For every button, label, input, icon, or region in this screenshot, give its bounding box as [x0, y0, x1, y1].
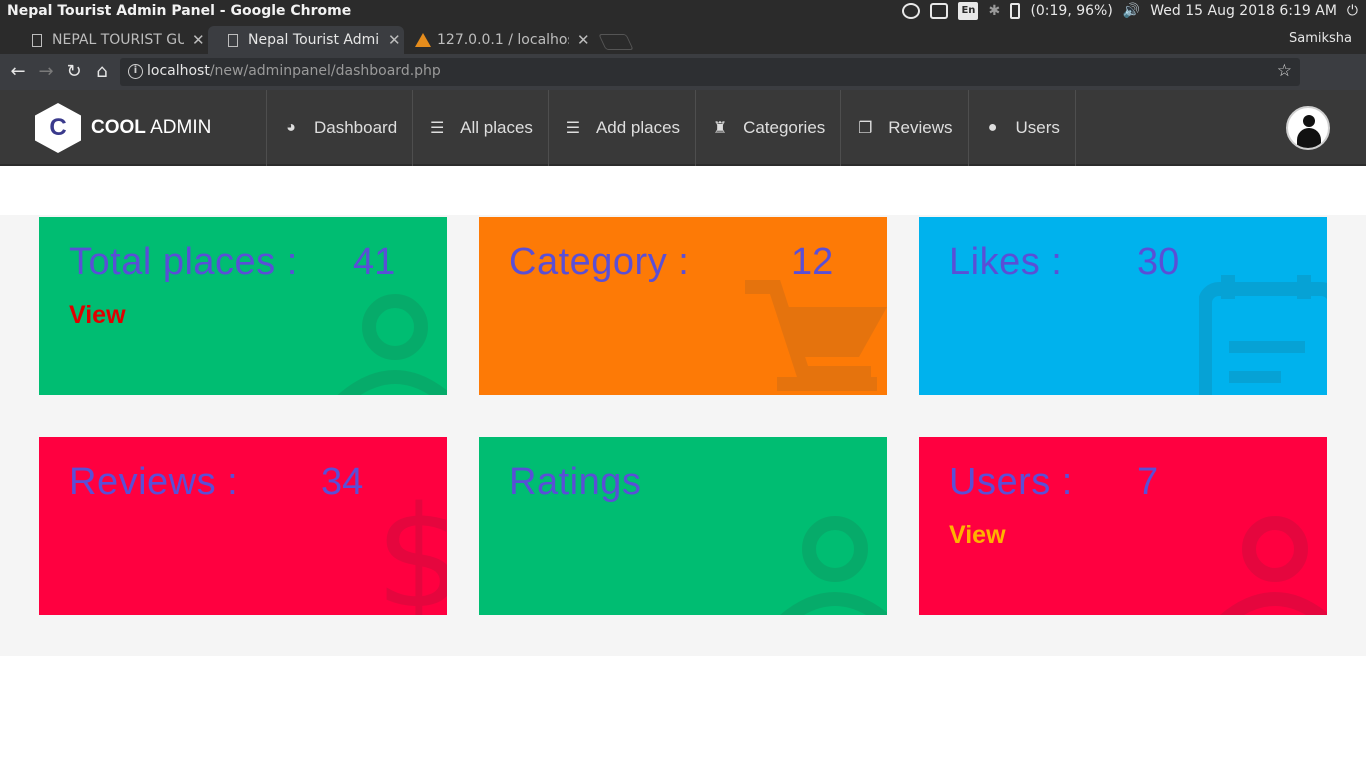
- main-nav: ◕ Dashboard ☰ All places ☰ Add places ♜ …: [266, 90, 1076, 166]
- card-likes: Likes : 30: [919, 217, 1327, 395]
- network-icon[interactable]: [902, 3, 921, 19]
- nav-categories[interactable]: ♜ Categories: [695, 90, 840, 166]
- trophy-icon: ♜: [712, 120, 728, 137]
- user-icon: [337, 294, 447, 395]
- browser-tab-strip: NEPAL TOURIST GU ✕ Nepal Tourist Admi ✕ …: [0, 24, 1366, 54]
- display-icon[interactable]: [930, 3, 949, 19]
- avatar-head: [1303, 115, 1315, 127]
- card-users: Users : 7 View: [919, 437, 1327, 615]
- address-bar[interactable]: i localhost/new/adminpanel/dashboard.php…: [120, 58, 1300, 86]
- card-title: Ratings: [509, 461, 642, 503]
- logo-rest: ADMIN: [145, 117, 212, 138]
- user-icon: [1219, 516, 1327, 615]
- volume-icon[interactable]: 🔊: [1123, 3, 1140, 19]
- window-title: Nepal Tourist Admin Panel - Google Chrom…: [7, 3, 352, 19]
- tab-label: 127.0.0.1 / localhost: [437, 32, 569, 48]
- tachometer-icon: ◕: [286, 119, 296, 136]
- browser-toolbar: ← → ↻ ⌂ i localhost/new/adminpanel/dashb…: [0, 54, 1366, 133]
- nav-dashboard[interactable]: ◕ Dashboard: [266, 90, 412, 166]
- power-icon[interactable]: ⏻: [1347, 3, 1358, 19]
- card-title: Reviews :: [69, 461, 239, 503]
- view-link[interactable]: View: [69, 301, 126, 330]
- card-title: Users :: [949, 461, 1073, 503]
- os-top-bar: Nepal Tourist Admin Panel - Google Chrom…: [0, 0, 1366, 24]
- nav-label: Users: [1015, 118, 1060, 137]
- tab-close-icon[interactable]: ✕: [192, 31, 205, 49]
- home-icon[interactable]: ⌂: [91, 61, 113, 83]
- browser-tab[interactable]: NEPAL TOURIST GU ✕: [12, 26, 208, 54]
- nav-label: Categories: [743, 118, 826, 137]
- battery-icon[interactable]: [1010, 3, 1021, 19]
- os-status-area: En ✱ (0:19, 96%) 🔊 Wed 15 Aug 2018 6:19 …: [902, 2, 1358, 20]
- nav-label: All places: [460, 118, 533, 137]
- card-value: 41: [353, 241, 396, 283]
- list-icon: ☰: [565, 120, 581, 137]
- nav-users[interactable]: ● Users: [967, 90, 1076, 166]
- dollar-icon: $: [375, 477, 447, 616]
- browser-tab-active[interactable]: Nepal Tourist Admi ✕: [208, 26, 404, 54]
- logo-text[interactable]: COOL ADMIN: [91, 117, 211, 139]
- profile-name[interactable]: Samiksha: [1289, 31, 1352, 46]
- nav-label: Add places: [595, 118, 681, 137]
- tab-label: Nepal Tourist Admi: [248, 32, 380, 48]
- browser-tab[interactable]: 127.0.0.1 / localhost ✕: [395, 26, 591, 54]
- bookmark-star-icon[interactable]: ☆: [1277, 61, 1292, 81]
- tab-label: NEPAL TOURIST GU: [52, 32, 184, 48]
- forward-arrow-icon[interactable]: →: [35, 61, 57, 83]
- avatar[interactable]: [1286, 106, 1330, 150]
- list-icon: ☰: [430, 120, 445, 137]
- files-icon: ❐: [858, 120, 873, 137]
- new-tab-button[interactable]: [598, 34, 634, 50]
- app-header: C COOL ADMIN ◕ Dashboard ☰ All places ☰ …: [0, 90, 1366, 166]
- card-title: Likes :: [949, 241, 1063, 283]
- nav-all-places[interactable]: ☰ All places: [412, 90, 548, 166]
- card-value: 30: [1137, 241, 1180, 283]
- card-title: Category :: [509, 241, 690, 283]
- user-icon: [779, 516, 887, 615]
- card-ratings: Ratings: [479, 437, 887, 615]
- nav-label: Dashboard: [314, 118, 398, 137]
- keyboard-layout-icon[interactable]: En: [958, 2, 979, 20]
- url-host: localhost: [147, 63, 210, 79]
- tab-close-icon[interactable]: ✕: [577, 31, 590, 49]
- url-text[interactable]: localhost/new/adminpanel/dashboard.php: [147, 63, 441, 79]
- nav-label: Reviews: [888, 118, 953, 137]
- card-total-places: Total places : 41 View: [39, 217, 447, 395]
- logo-icon[interactable]: C: [35, 103, 81, 153]
- card-reviews: Reviews : 34 $: [39, 437, 447, 615]
- user-icon: ●: [987, 119, 998, 136]
- logo-bold: COOL: [91, 117, 146, 138]
- page-favicon-icon: [228, 33, 238, 47]
- nav-reviews[interactable]: ❐ Reviews: [840, 90, 967, 166]
- card-value: 7: [1137, 461, 1159, 503]
- page-favicon-icon: [32, 33, 42, 47]
- phpmyadmin-favicon-icon: [415, 33, 431, 47]
- card-category: Category : 12: [479, 217, 887, 395]
- nav-add-places[interactable]: ☰ Add places: [547, 90, 695, 166]
- view-link[interactable]: View: [949, 521, 1006, 550]
- site-info-icon[interactable]: i: [128, 64, 143, 79]
- dashboard-content: Total places : 41 View Category : 12 Lik…: [0, 215, 1366, 656]
- back-arrow-icon[interactable]: ←: [7, 61, 29, 83]
- avatar-body: [1297, 128, 1321, 148]
- reload-icon[interactable]: ↻: [63, 61, 85, 83]
- calendar-icon: [1199, 275, 1327, 395]
- card-title: Total places :: [69, 241, 298, 283]
- card-value: 34: [321, 461, 364, 503]
- battery-status: (0:19, 96%): [1030, 3, 1113, 19]
- clock[interactable]: Wed 15 Aug 2018 6:19 AM: [1150, 3, 1337, 19]
- bluetooth-icon[interactable]: ✱: [988, 3, 1000, 19]
- url-path: /new/adminpanel/dashboard.php: [209, 63, 441, 79]
- shopping-cart-icon: [745, 280, 887, 391]
